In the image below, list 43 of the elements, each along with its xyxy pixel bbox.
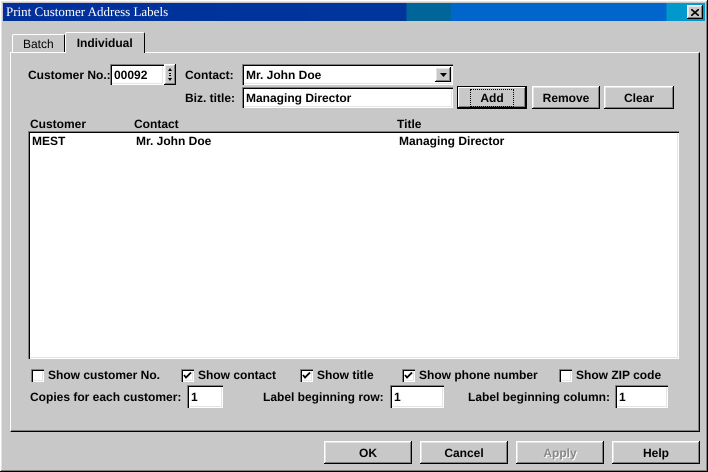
close-icon[interactable] xyxy=(691,8,699,16)
list-cell: Managing Director xyxy=(399,134,504,148)
spin-button[interactable] xyxy=(164,64,176,85)
checkbox-label[interactable]: Show title xyxy=(317,368,374,382)
column-header: Title xyxy=(397,117,422,131)
column-header: Customer xyxy=(30,117,88,131)
spin-arrows-icon[interactable] xyxy=(168,68,172,81)
close-button[interactable] xyxy=(687,5,703,19)
tab[interactable]: Batch xyxy=(12,34,65,52)
checkbox-label[interactable]: Show ZIP code xyxy=(576,368,662,382)
checkbox[interactable] xyxy=(181,368,194,382)
field-label: Contact: xyxy=(185,68,235,82)
field-label: Biz. title: xyxy=(185,90,236,104)
column-header: Contact xyxy=(134,117,180,131)
window-title: Print Customer Address Labels xyxy=(6,4,168,20)
number-field[interactable]: 1 xyxy=(187,385,223,408)
dialog-button[interactable]: Help xyxy=(612,441,700,464)
number-field[interactable]: 1 xyxy=(615,385,668,408)
customer-list[interactable]: MEST Mr. John Doe Managing Director xyxy=(28,131,679,359)
dropdown-arrow-icon[interactable] xyxy=(440,72,446,76)
action-button[interactable]: Add xyxy=(457,86,527,109)
checkbox[interactable] xyxy=(31,368,44,382)
field-label: Customer No.: xyxy=(28,68,110,82)
customer-number-field[interactable]: 00092 xyxy=(110,64,164,85)
checkbox[interactable] xyxy=(300,368,313,382)
list-cell-text: MEST xyxy=(32,134,66,148)
number-field[interactable]: 1 xyxy=(390,385,444,408)
field-label: Copies for each customer: xyxy=(30,390,182,404)
tab[interactable]: Individual xyxy=(64,32,145,53)
contact-dropdown[interactable]: Mr. John Doe xyxy=(242,64,453,85)
title-field[interactable]: Managing Director xyxy=(242,87,453,108)
dialog-button[interactable]: Cancel xyxy=(420,441,508,464)
checkbox[interactable] xyxy=(402,368,415,382)
field-label: Label beginning row: xyxy=(263,390,385,404)
action-button[interactable]: Remove xyxy=(532,86,600,109)
field-label: Label beginning column: xyxy=(468,390,611,404)
checkbox[interactable] xyxy=(559,368,572,382)
dialog-button[interactable]: OK xyxy=(324,441,412,464)
checkbox-label[interactable]: Show phone number xyxy=(419,368,538,382)
action-button[interactable]: Clear xyxy=(604,86,674,109)
checkbox-label[interactable]: Show contact xyxy=(198,368,276,382)
checkbox-label[interactable]: Show customer No. xyxy=(48,368,160,382)
list-cell-text: Mr. John Doe xyxy=(136,134,212,148)
